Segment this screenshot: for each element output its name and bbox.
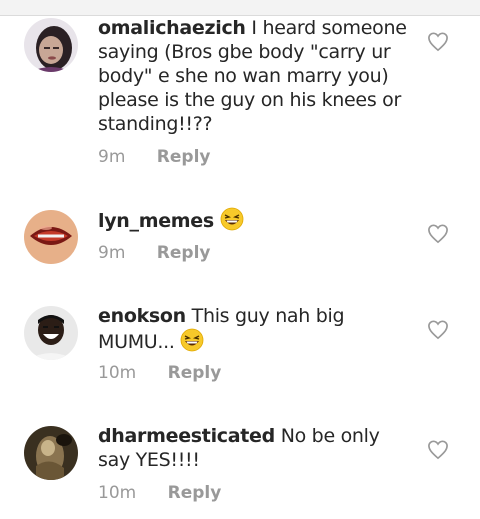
comment-meta: 9m Reply xyxy=(98,241,211,265)
comment-text: omalichaezich I heard someone saying (Br… xyxy=(98,16,408,136)
avatar[interactable] xyxy=(24,306,78,360)
comment-time: 10m xyxy=(98,363,137,383)
heart-outline-icon[interactable] xyxy=(427,224,449,244)
comment-meta: 10m Reply xyxy=(98,361,221,385)
comment-username[interactable]: lyn_memes xyxy=(98,210,214,232)
grinning-squinting-face-emoji xyxy=(220,207,244,231)
comment-username[interactable]: dharmeesticated xyxy=(98,425,275,447)
comment-text: enokson This guy nah big MUMU... xyxy=(98,304,408,354)
avatar[interactable] xyxy=(24,426,78,480)
comment-meta: 10m Reply xyxy=(98,481,221,505)
heart-outline-icon[interactable] xyxy=(427,320,449,340)
avatar[interactable] xyxy=(24,210,78,264)
comment-username[interactable]: enokson xyxy=(98,305,186,327)
comment-time: 9m xyxy=(98,147,126,167)
comment-meta: 9m Reply xyxy=(98,145,211,169)
comment-text: lyn_memes xyxy=(98,207,408,233)
reply-button[interactable]: Reply xyxy=(168,361,222,385)
comment-username[interactable]: omalichaezich xyxy=(98,17,246,39)
heart-outline-icon[interactable] xyxy=(427,440,449,460)
reply-button[interactable]: Reply xyxy=(168,481,222,505)
grinning-squinting-face-emoji xyxy=(180,328,204,352)
reply-button[interactable]: Reply xyxy=(157,145,211,169)
reply-button[interactable]: Reply xyxy=(157,241,211,265)
comment-time: 10m xyxy=(98,483,137,503)
top-bar xyxy=(0,0,480,16)
comment-text: dharmeesticated No be only say YES!!!! xyxy=(98,424,408,472)
comment-time: 9m xyxy=(98,243,126,263)
heart-outline-icon[interactable] xyxy=(427,32,449,52)
avatar[interactable] xyxy=(24,18,78,72)
